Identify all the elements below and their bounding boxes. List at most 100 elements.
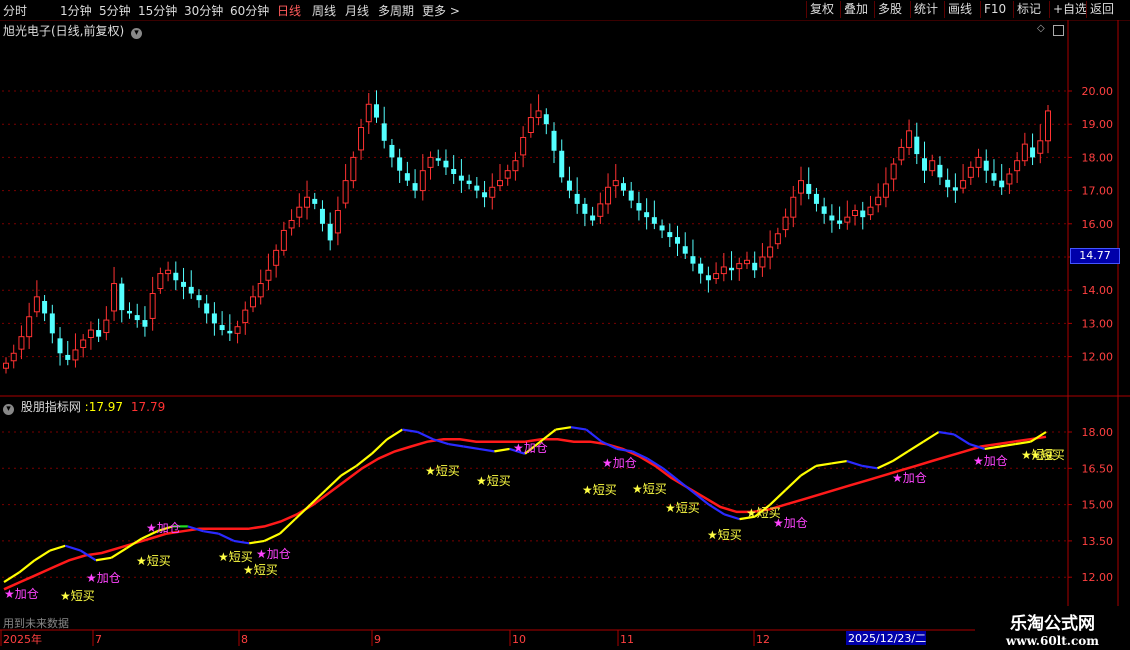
candle-body-down [1030,147,1036,158]
candle-body-up [87,329,94,339]
tab-period-30min[interactable]: 30分钟 [184,2,223,19]
draw-line-button[interactable]: 画线 [944,1,975,18]
indicator-line-fast-segment [233,539,250,545]
candle-body-up [296,206,303,218]
candle-body-up [960,180,967,189]
candle-body-down [914,136,920,155]
candle-body-down [96,330,102,337]
candle-body-up [249,296,256,308]
back-button[interactable]: 返回 [1086,1,1117,18]
indicator-line-fast-segment [402,428,418,434]
tab-period-weekly[interactable]: 周线 [312,2,336,19]
main-y-tick-label: 17.00 [1082,185,1114,198]
x-axis-label: 11 [620,633,634,646]
indicator-line-fast-segment [969,443,986,450]
tab-period-more[interactable]: 更多 > [422,2,460,19]
current-price-badge: 14.77 [1070,248,1120,264]
overlay-button[interactable]: 叠加 [840,1,871,18]
candle-body-up [867,206,874,216]
candle-body-down [373,104,379,118]
candle-body-up [527,117,534,133]
candle-body-down [404,173,410,181]
tab-period-60min[interactable]: 60分钟 [230,2,269,19]
date-highlight-label: 2025/12/23/二 [848,632,926,645]
indicator-line-fast-segment [1030,431,1047,443]
indicator-line-fast-segment [218,532,235,542]
indicator-line-fast-segment [739,515,756,521]
candle-body-down [381,123,387,141]
candle-body-down [211,313,217,324]
candle-body-down [806,183,812,194]
main-y-tick-label: 14.00 [1082,284,1114,297]
indicator-line-fast-segment [432,438,449,446]
candle-body-up [26,316,33,338]
indicator-line-fast-segment [769,489,787,506]
candle-body-up [350,156,357,182]
candle-body-up [1006,173,1013,185]
maximize-icon[interactable] [1053,25,1064,36]
tab-period-daily[interactable]: 日线 [277,2,301,19]
indicator-line-fast-segment [708,503,725,516]
stock-title: 旭光电子(日线,前复权) [3,24,125,38]
chart-canvas[interactable]: 20.00 19.00 18.00 17.00 16.00 15.00 14.00 13.00… [0,0,1130,650]
indicator-y-tick-label: 13.50 [1082,535,1114,548]
indicator-title: ▾ 股朋指标网 :17.97 17.79 [3,398,165,415]
candle-body-down [690,256,696,264]
indicator-line-fast-segment [999,443,1016,448]
indicator-line-fast-segment [616,447,633,453]
toolbar: 分时 1分钟 5分钟 15分钟 30分钟 60分钟 日线 周线 月线 多周期 更… [0,0,1130,21]
indicator-line-fast-segment [892,450,909,462]
tab-period-1min[interactable]: 1分钟 [60,2,92,19]
tab-period-fenshi[interactable]: 分时 [3,2,27,19]
candle-body-down [458,175,464,181]
indicator-line-fast-segment [647,457,664,470]
tab-period-multi[interactable]: 多周期 [378,2,414,19]
diamond-icon[interactable]: ◇ [1037,23,1045,34]
candle-body-down [983,160,989,171]
indicator-line-fast-segment [325,474,342,491]
x-axis-label: 9 [374,633,381,646]
main-y-tick-label: 18.00 [1082,151,1114,164]
candle-body-down [181,281,187,287]
candle-body-down [188,286,194,294]
tab-period-5min[interactable]: 5分钟 [99,2,131,19]
candle-body-down [142,320,148,327]
candle-body-up [898,146,905,161]
candle-body-down [435,158,441,161]
indicator-line-fast-segment [631,450,649,460]
indicator-line-fast-segment [448,443,464,448]
chevron-down-icon[interactable]: ▾ [3,404,14,415]
add-watchlist-button[interactable]: +自选 [1049,1,1090,18]
candle-body-up [365,103,372,123]
main-y-tick-label: 19.00 [1082,118,1114,131]
indicator-line-fast-segment [846,459,863,467]
mark-button[interactable]: 标记 [1013,1,1044,18]
tab-period-monthly[interactable]: 月线 [345,2,369,19]
chevron-down-icon[interactable]: ▾ [131,28,143,39]
candle-body-down [466,180,472,184]
indicator-y-tick-label: 12.00 [1082,571,1114,584]
candle-body-up [713,273,720,280]
fuquan-button[interactable]: 复权 [806,1,837,18]
candle-body-down [752,262,758,271]
indicator-line-fast-segment [187,525,204,533]
indicator-line-fast-segment [815,462,832,467]
indicator-line-fast-segment [876,460,894,470]
candle-body-down [821,206,827,214]
candle-body-down [443,160,449,168]
candle-body-up [504,170,511,179]
indicator-line-fast-segment [754,503,771,518]
f10-button[interactable]: F10 [980,1,1009,18]
signal-add-position: ★加仓 [973,454,1008,468]
candle-body-down [173,272,179,281]
signal-short-buy: ★短买 [136,554,171,568]
statistics-button[interactable]: 统计 [910,1,941,18]
indicator-line-fast-segment [601,440,618,450]
signal-short-buy: ★短买 [476,474,511,488]
indicator-line-fast-segment [861,464,878,470]
candle-body-down [999,180,1005,188]
tab-period-15min[interactable]: 15分钟 [138,2,177,19]
multi-stock-button[interactable]: 多股 [874,1,905,18]
candle-body-up [149,293,156,319]
candle-body-down [644,212,650,218]
